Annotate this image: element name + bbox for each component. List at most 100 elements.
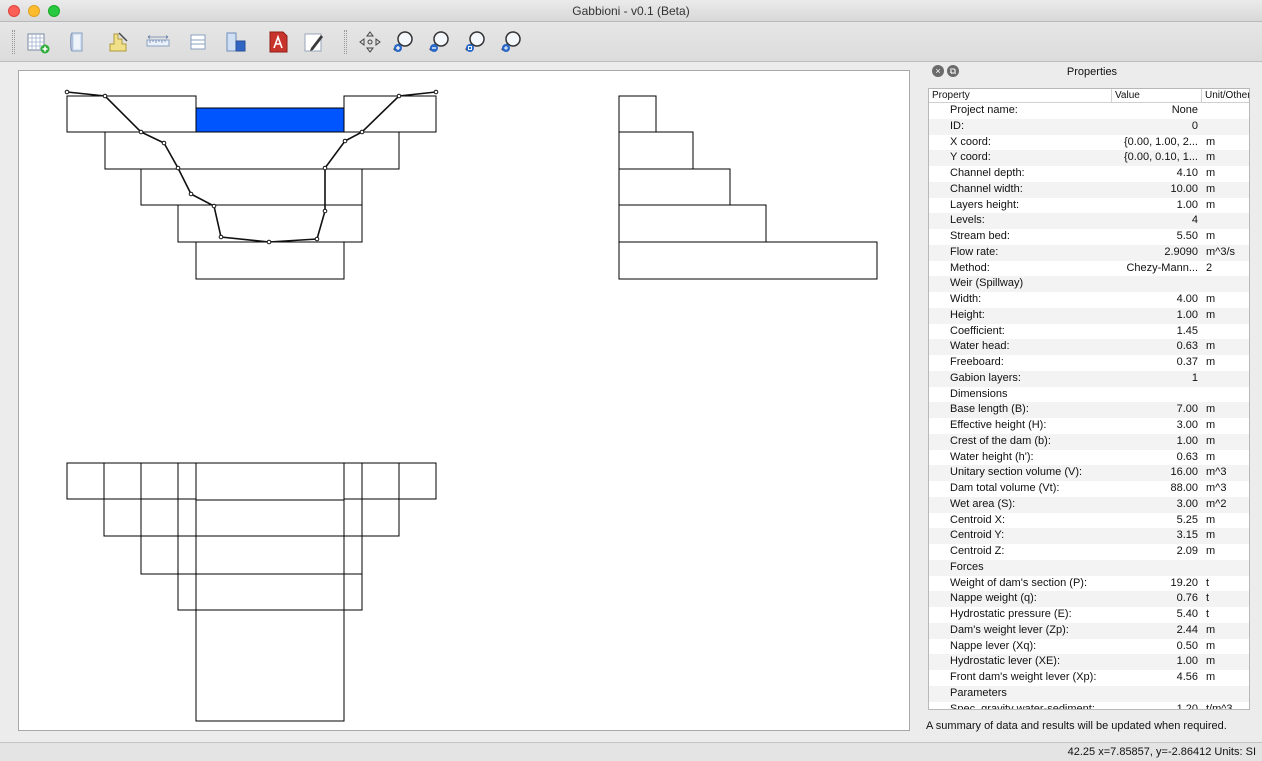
table-row[interactable]: Effective height (H): 3.00 m [929,418,1249,434]
table-row[interactable]: X coord: {0.00, 1.00, 2... m [929,135,1249,151]
table-row[interactable]: ID: 0 [929,118,1249,135]
table-row[interactable]: Parameters [929,685,1249,702]
table-row[interactable]: Wet area (S): 3.00 m^2 [929,496,1249,513]
property-name-cell: Base length (B): [950,403,1029,416]
property-name-cell: Hydrostatic pressure (E): [950,608,1072,620]
table-row[interactable]: Levels: 4 [929,213,1249,229]
property-name-cell: Nappe lever (Xq): [950,639,1037,652]
column-header-property[interactable]: Property [929,89,1112,102]
new-project-button[interactable] [24,28,52,56]
property-value-cell: 1.00 [1176,655,1198,668]
dam-drawing[interactable] [19,71,911,732]
properties-table[interactable]: Property Value Unit/Other Project name: N… [928,88,1250,710]
property-value-cell: 4 [1191,214,1198,227]
property-name-cell: Freeboard: [950,356,1004,368]
levels-button[interactable] [222,28,250,56]
table-row[interactable]: Crest of the dam (b): 1.00 m [929,433,1249,450]
table-row[interactable]: Dam total volume (Vt): 88.00 m^3 [929,481,1249,497]
property-name-cell: Flow rate: [950,245,999,258]
table-row[interactable]: Weir (Spillway) [929,276,1249,292]
property-name-cell: Channel width: [950,182,1023,195]
levels-icon [226,32,246,52]
zoom-fit-button[interactable] [498,28,526,56]
property-unit-cell: m [1206,230,1216,242]
toolbar-handle[interactable] [344,30,347,54]
table-row[interactable]: Forces [929,559,1249,576]
table-row[interactable]: Height: 1.00 m [929,307,1249,324]
toolbar [0,22,1262,62]
property-name-cell: Project name: [950,104,1018,116]
table-row[interactable]: Hydrostatic pressure (E): 5.40 t [929,607,1249,623]
table-row[interactable]: Method: Chezy-Mann... 2 [929,261,1249,277]
table-row[interactable]: Gabion layers: 1 [929,370,1249,387]
table-row[interactable]: Centroid X: 5.25 m [929,513,1249,529]
property-value-cell: 5.40 [1176,608,1198,620]
table-row[interactable]: Coefficient: 1.45 [929,324,1249,340]
column-header-unit[interactable]: Unit/Other [1202,89,1249,102]
table-row[interactable]: Dam's weight lever (Zp): 2.44 m [929,622,1249,639]
report-button[interactable] [264,28,292,56]
table-row[interactable]: Channel depth: 4.10 m [929,166,1249,182]
title-bar: Gabbioni - v0.1 (Beta) [0,0,1262,22]
property-value-cell: 7.00 [1176,403,1198,416]
property-unit-cell: m [1206,356,1216,368]
toolbar-handle[interactable] [12,30,15,54]
side-view-gabions [618,95,878,280]
drawing-canvas[interactable] [18,70,910,731]
table-row[interactable]: Y coord: {0.00, 0.10, 1... m [929,150,1249,166]
table-row[interactable]: Width: 4.00 m [929,292,1249,308]
table-row[interactable]: Weight of dam's section (P): 19.20 t [929,576,1249,592]
property-name-cell: Unitary section volume (V): [950,466,1083,479]
property-unit-cell [1202,119,1249,135]
ruler-icon [146,35,170,47]
summary-note: A summary of data and results will be up… [926,720,1227,732]
table-row[interactable]: Layers height: 1.00 m [929,198,1249,214]
table-row[interactable]: Front dam's weight lever (Xp): 4.56 m [929,670,1249,686]
table-row[interactable]: Water height (h'): 0.63 m [929,450,1249,466]
pencil-icon [304,33,323,52]
property-value-cell: 3.00 [1176,497,1198,510]
zoom-in-icon [393,31,413,52]
property-name-cell: Dimensions [950,387,1008,400]
property-value-cell: 5.50 [1176,230,1198,242]
status-coordinates: 42.25 x=7.85857, y=-2.86412 Units: SI [1067,746,1256,758]
zoom-in-button[interactable] [390,28,418,56]
table-row[interactable]: Dimensions [929,387,1249,403]
property-name-cell: Forces [950,560,984,573]
table-row[interactable]: Freeboard: 0.37 m [929,355,1249,371]
table-row[interactable]: Unitary section volume (V): 16.00 m^3 [929,465,1249,481]
property-unit-cell: m^3 [1206,482,1227,494]
pan-button[interactable] [356,28,384,56]
book-icon [70,32,83,52]
table-row[interactable]: Spec. gravity water-sediment: 1.20 t/m^3 [929,702,1249,710]
pdf-icon [269,31,288,53]
layers-button[interactable] [184,28,212,56]
table-row[interactable]: Stream bed: 5.50 m [929,229,1249,245]
property-unit-cell: m [1206,308,1216,321]
property-value-cell: 4.10 [1176,167,1198,179]
zoom-out-button[interactable] [426,28,454,56]
table-row[interactable]: Water head: 0.63 m [929,339,1249,355]
table-row[interactable]: Channel width: 10.00 m [929,181,1249,198]
table-row[interactable]: Project name: None [929,103,1249,119]
table-row[interactable]: Hydrostatic lever (XE): 1.00 m [929,654,1249,670]
table-row[interactable]: Flow rate: 2.9090 m^3/s [929,244,1249,261]
property-value-cell: {0.00, 1.00, 2... [1123,135,1198,148]
table-row[interactable]: Base length (B): 7.00 m [929,402,1249,418]
property-value-cell: {0.00, 0.10, 1... [1123,151,1198,164]
property-unit-cell: 2 [1206,261,1213,274]
table-row[interactable]: Centroid Z: 2.09 m [929,544,1249,560]
table-row[interactable]: Centroid Y: 3.15 m [929,528,1249,544]
measure-button[interactable] [144,28,172,56]
property-value-cell: None [1171,104,1198,116]
table-header: Property Value Unit/Other [929,89,1249,103]
table-row[interactable]: Nappe lever (Xq): 0.50 m [929,639,1249,655]
property-unit-cell [1202,103,1249,119]
zoom-reset-button[interactable] [462,28,490,56]
table-row[interactable]: Nappe weight (q): 0.76 t [929,591,1249,607]
open-button[interactable] [64,28,92,56]
column-header-value[interactable]: Value [1112,89,1202,102]
weir-button[interactable] [104,28,132,56]
property-value-cell [1112,560,1202,576]
edit-button[interactable] [300,28,328,56]
